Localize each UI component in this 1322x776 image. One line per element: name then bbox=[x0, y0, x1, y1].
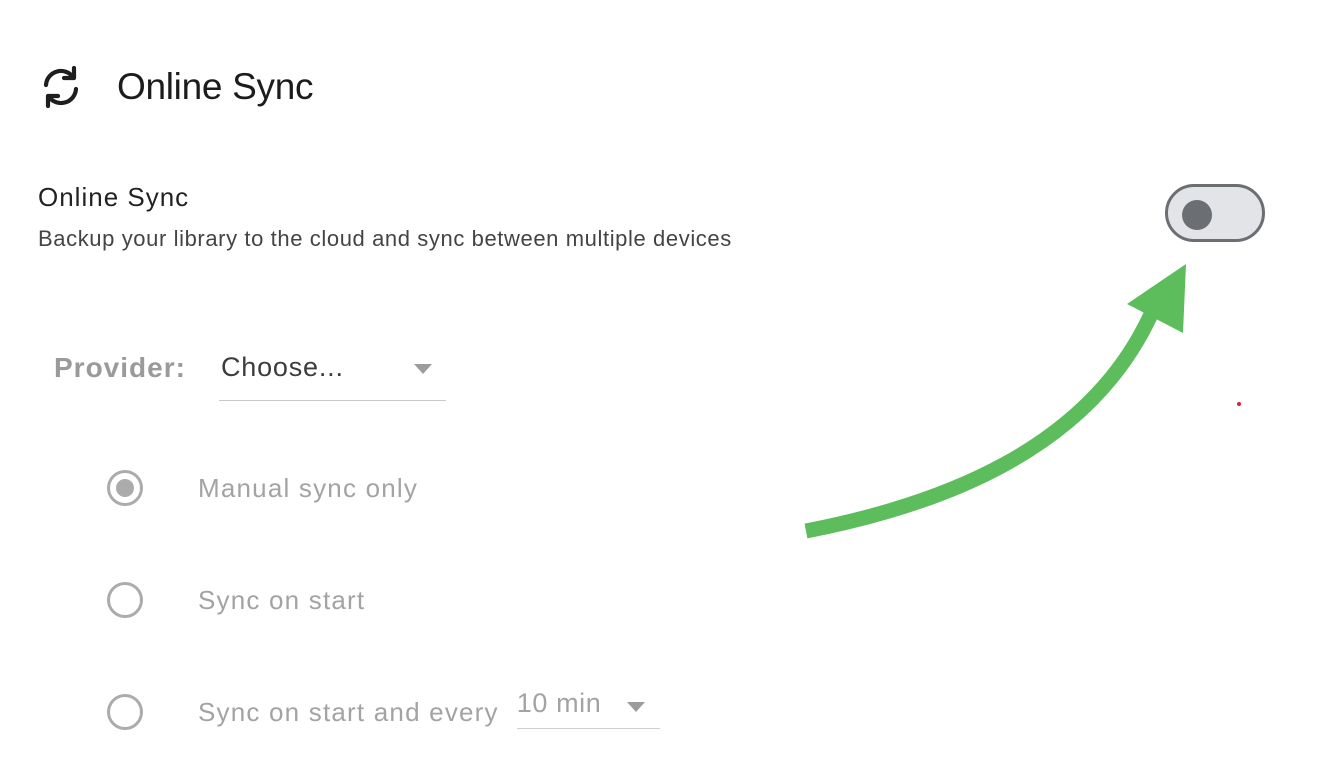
interval-dropdown[interactable]: 10 min bbox=[516, 687, 660, 729]
annotation-arrow-shaft bbox=[804, 308, 1159, 539]
interval-dropdown-value: 10 min bbox=[516, 687, 602, 718]
setting-description: Backup your library to the cloud and syn… bbox=[38, 226, 732, 251]
chevron-down-icon bbox=[414, 364, 432, 374]
page-header: Online Sync bbox=[38, 62, 314, 112]
provider-dropdown[interactable]: Choose... bbox=[219, 346, 446, 401]
toggle-knob bbox=[1182, 200, 1212, 230]
chevron-down-icon bbox=[626, 701, 645, 712]
provider-dropdown-value: Choose... bbox=[221, 352, 344, 382]
radio-label: Sync on start and every bbox=[198, 696, 499, 727]
radio-manual-sync[interactable]: Manual sync only bbox=[107, 468, 418, 508]
setting-title: Online Sync bbox=[38, 182, 190, 212]
annotation-arrow-head bbox=[1127, 264, 1186, 333]
online-sync-toggle[interactable] bbox=[1165, 184, 1265, 242]
radio-sync-on-start[interactable]: Sync on start bbox=[107, 580, 365, 620]
red-dot bbox=[1237, 402, 1241, 406]
radio-button-checked[interactable] bbox=[107, 470, 143, 506]
provider-label: Provider: bbox=[54, 352, 186, 383]
annotation-arrow bbox=[804, 264, 1241, 539]
radio-label: Manual sync only bbox=[198, 472, 419, 503]
refresh-icon bbox=[43, 65, 79, 109]
radio-sync-on-start-and-every[interactable]: Sync on start and every 10 min bbox=[107, 688, 660, 732]
radio-button[interactable] bbox=[107, 694, 143, 730]
radio-label: Sync on start bbox=[198, 584, 366, 615]
radio-button[interactable] bbox=[107, 582, 143, 618]
page-title: Online Sync bbox=[117, 66, 314, 107]
